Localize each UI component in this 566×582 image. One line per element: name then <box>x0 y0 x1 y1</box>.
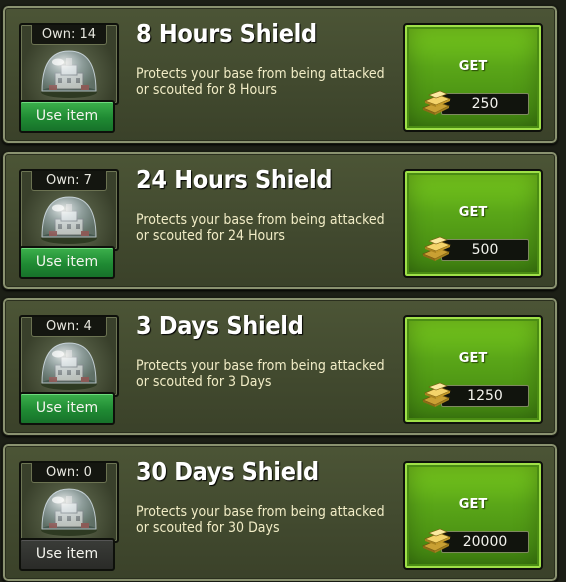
own-count: Own: 4 <box>31 317 107 337</box>
price-value: 250 <box>441 93 529 115</box>
get-label: GET <box>458 351 488 366</box>
get-label: GET <box>458 497 488 512</box>
shield-dome-icon <box>41 50 97 98</box>
use-item-button[interactable]: Use item <box>19 538 115 571</box>
item-description: Protects your base from being attacked o… <box>136 212 385 244</box>
price-value: 20000 <box>441 531 529 553</box>
get-button[interactable]: GET 1250 <box>403 315 543 424</box>
shield-dome-icon <box>41 342 97 390</box>
own-count: Own: 14 <box>31 25 107 45</box>
shield-item-card: Own: 0 Use item 30 Days Shield Protects … <box>2 443 558 582</box>
item-description: Protects your base from being attacked o… <box>136 504 385 536</box>
gold-bars-icon <box>421 236 452 261</box>
shield-dome-icon <box>41 196 97 244</box>
item-title: 8 Hours Shield <box>136 19 317 48</box>
price-value: 500 <box>441 239 529 261</box>
gold-bars-icon <box>421 382 452 407</box>
get-label: GET <box>458 205 488 220</box>
use-item-button[interactable]: Use item <box>19 100 115 133</box>
get-label: GET <box>458 59 488 74</box>
gold-bars-icon <box>421 90 452 115</box>
gold-bars-icon <box>421 528 452 553</box>
item-thumbnail: Own: 4 <box>19 315 119 397</box>
shield-dome-icon <box>41 488 97 536</box>
item-title: 30 Days Shield <box>136 457 319 486</box>
get-button[interactable]: GET 20000 <box>403 461 543 570</box>
shield-item-list: Own: 14 Use item 8 Hours Shield Protects… <box>0 0 566 582</box>
use-item-button[interactable]: Use item <box>19 246 115 279</box>
item-thumbnail: Own: 7 <box>19 169 119 251</box>
shield-item-card: Own: 7 Use item 24 Hours Shield Protects… <box>2 151 558 290</box>
item-thumbnail: Own: 0 <box>19 461 119 543</box>
shield-item-card: Own: 14 Use item 8 Hours Shield Protects… <box>2 5 558 144</box>
item-thumbnail: Own: 14 <box>19 23 119 105</box>
item-title: 3 Days Shield <box>136 311 304 340</box>
use-item-button[interactable]: Use item <box>19 392 115 425</box>
item-description: Protects your base from being attacked o… <box>136 358 385 390</box>
price-value: 1250 <box>441 385 529 407</box>
shield-item-card: Own: 4 Use item 3 Days Shield Protects y… <box>2 297 558 436</box>
own-count: Own: 0 <box>31 463 107 483</box>
get-button[interactable]: GET 500 <box>403 169 543 278</box>
get-button[interactable]: GET 250 <box>403 23 543 132</box>
own-count: Own: 7 <box>31 171 107 191</box>
item-title: 24 Hours Shield <box>136 165 333 194</box>
item-description: Protects your base from being attacked o… <box>136 66 385 98</box>
